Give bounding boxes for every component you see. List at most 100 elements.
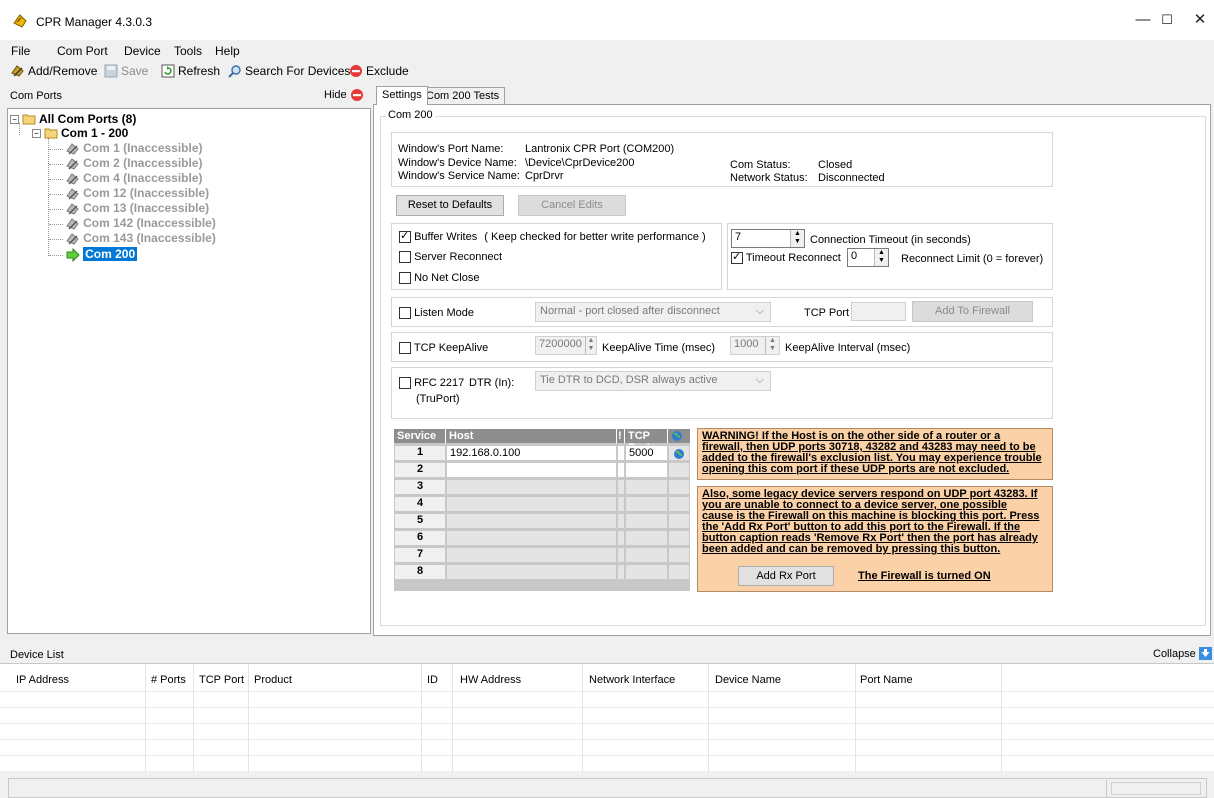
menu-tools[interactable]: Tools (174, 44, 202, 58)
tree-item[interactable]: Com 13 (Inaccessible) (49, 201, 209, 216)
column-product[interactable]: Product (254, 674, 292, 686)
chevron-down-icon: ⌵ (755, 374, 764, 386)
menu-help[interactable]: Help (215, 44, 240, 58)
menu-file[interactable]: File (11, 44, 30, 58)
tab-com-200-tests[interactable]: Com 200 Tests (420, 87, 506, 104)
column-ip-address[interactable]: IP Address (16, 674, 69, 686)
network-status-label: Network Status: (730, 172, 808, 184)
spinner-arrows-icon[interactable]: ▲ ▼ (584, 337, 596, 354)
host-cell[interactable]: 192.168.0.100 (446, 445, 617, 461)
com-ports-tree[interactable]: − All Com Ports (8) − Com 1 - 200 Com 1 … (7, 108, 371, 634)
server-reconnect-checkbox[interactable]: Server Reconnect (399, 251, 502, 264)
tcp-port-label: TCP Port (804, 307, 850, 319)
no-net-close-checkbox[interactable]: No Net Close (399, 272, 479, 285)
title-bar: CPR Manager 4.3.0.3 — ☐ ✕ (0, 0, 1214, 40)
network-status-value: Disconnected (818, 172, 885, 184)
menu-com-port[interactable]: Com Port (57, 44, 108, 58)
port-icon (66, 173, 79, 185)
keepalive-interval-input[interactable]: 1000 ▲ ▼ (730, 336, 780, 355)
checkbox-checked-icon (399, 229, 411, 244)
add-remove-button[interactable]: Add/Remove (11, 64, 97, 78)
reset-defaults-button[interactable]: Reset to Defaults (396, 195, 504, 216)
keepalive-time-label: KeepAlive Time (msec) (602, 342, 716, 354)
column-tcp-port[interactable]: TCP Port (199, 674, 244, 686)
checkbox-icon (399, 307, 411, 320)
port-icon (66, 203, 79, 215)
tree-group[interactable]: − Com 1 - 200 (32, 126, 128, 140)
host-cell[interactable] (446, 462, 617, 478)
checkbox-icon (399, 251, 411, 264)
status-bar (8, 778, 1207, 798)
tcp-port-cell (625, 530, 668, 546)
column-id[interactable]: ID (427, 674, 438, 686)
rfc2217-checkbox[interactable]: RFC 2217 (399, 377, 464, 390)
buffer-writes-checkbox[interactable]: Buffer Writes ( Keep checked for better … (399, 229, 706, 244)
rx-port-warning: Also, some legacy device servers respond… (697, 486, 1053, 592)
add-remove-icon (11, 65, 24, 77)
host-cell (446, 496, 617, 512)
host-grid[interactable]: Service Host ! TCP Port 1 192.168.0.100 … (394, 429, 690, 591)
listen-mode-checkbox[interactable]: Listen Mode (399, 307, 474, 320)
tree-item[interactable]: Com 4 (Inaccessible) (49, 171, 203, 186)
add-to-firewall-button[interactable]: Add To Firewall (912, 301, 1033, 322)
listen-mode-select[interactable]: Normal - port closed after disconnect ⌵ (535, 302, 771, 322)
refresh-button[interactable]: Refresh (161, 64, 220, 78)
spinner-arrows-icon[interactable]: ▲ ▼ (874, 249, 888, 266)
tree-item[interactable]: Com 143 (Inaccessible) (49, 231, 216, 246)
service-name-label: Window's Service Name: (398, 170, 520, 182)
tree-item[interactable]: Com 12 (Inaccessible) (49, 186, 209, 201)
column-port-name[interactable]: Port Name (860, 674, 913, 686)
tree-item[interactable]: Com 142 (Inaccessible) (49, 216, 216, 231)
tcp-port-cell[interactable]: 5000 (625, 445, 668, 461)
dtr-select[interactable]: Tie DTR to DCD, DSR always active ⌵ (535, 371, 771, 391)
collapse-button[interactable]: Collapse (1153, 647, 1212, 660)
tcp-keepalive-checkbox[interactable]: TCP KeepAlive (399, 342, 488, 355)
tab-settings[interactable]: Settings (376, 86, 428, 105)
reconnect-limit-input[interactable]: 0 ▲ ▼ (847, 248, 889, 267)
close-icon[interactable]: ✕ (1185, 10, 1214, 30)
checkbox-icon (399, 272, 411, 285)
service-name-value: CprDrvr (525, 170, 564, 182)
maximize-icon[interactable]: ☐ (1152, 10, 1182, 30)
tree-item[interactable]: Com 1 (Inaccessible) (49, 141, 203, 156)
grid-header-flag: ! (617, 429, 625, 443)
spinner-arrows-icon[interactable]: ▲ ▼ (765, 337, 779, 354)
timeout-reconnect-checkbox[interactable]: Timeout Reconnect (731, 250, 841, 265)
cancel-edits-button[interactable]: Cancel Edits (518, 195, 626, 216)
refresh-icon (161, 64, 175, 78)
grid-header-tcp-port: TCP Port (625, 429, 668, 454)
device-name-label: Window's Device Name: (398, 157, 517, 169)
host-cell (446, 530, 617, 546)
tcp-port-cell (625, 547, 668, 563)
exclude-button[interactable]: Exclude (349, 64, 409, 78)
port-icon (66, 218, 79, 230)
keepalive-time-input[interactable]: 7200000 ▲ ▼ (535, 336, 597, 355)
com-ports-title: Com Ports (10, 90, 62, 102)
add-rx-port-button[interactable]: Add Rx Port (738, 566, 834, 586)
column-network-interface[interactable]: Network Interface (589, 674, 675, 686)
collapse-toggle-icon[interactable]: − (10, 114, 19, 124)
folder-icon (44, 128, 58, 139)
collapse-toggle-icon[interactable]: − (32, 128, 41, 138)
tree-item[interactable]: Com 2 (Inaccessible) (49, 156, 203, 171)
column-ports[interactable]: # Ports (151, 674, 186, 686)
firewall-warning: WARNING! If the Host is on the other sid… (697, 428, 1053, 480)
dtr-label: DTR (In): (469, 377, 515, 389)
hide-button[interactable]: Hide (324, 88, 364, 102)
save-button[interactable]: Save (104, 64, 148, 78)
truport-label: (TruPort) (416, 393, 460, 405)
tree-item-selected[interactable]: Com 200 (49, 247, 138, 263)
connection-timeout-input[interactable]: 7 ▲ ▼ (731, 229, 805, 248)
menu-device[interactable]: Device (124, 44, 161, 58)
tcp-port-cell[interactable] (625, 462, 668, 478)
tree-root[interactable]: − All Com Ports (8) (10, 112, 136, 126)
search-devices-button[interactable]: Search For Devices (228, 64, 350, 78)
listen-tcp-port-input[interactable] (851, 302, 906, 321)
column-device-name[interactable]: Device Name (715, 674, 781, 686)
column-hw-address[interactable]: HW Address (460, 674, 521, 686)
device-name-value: \Device\CprDevice200 (525, 157, 635, 169)
group-title: Com 200 (386, 109, 435, 121)
arrow-right-icon (66, 248, 80, 263)
grid-header-globe (668, 429, 690, 443)
spinner-arrows-icon[interactable]: ▲ ▼ (790, 230, 804, 247)
